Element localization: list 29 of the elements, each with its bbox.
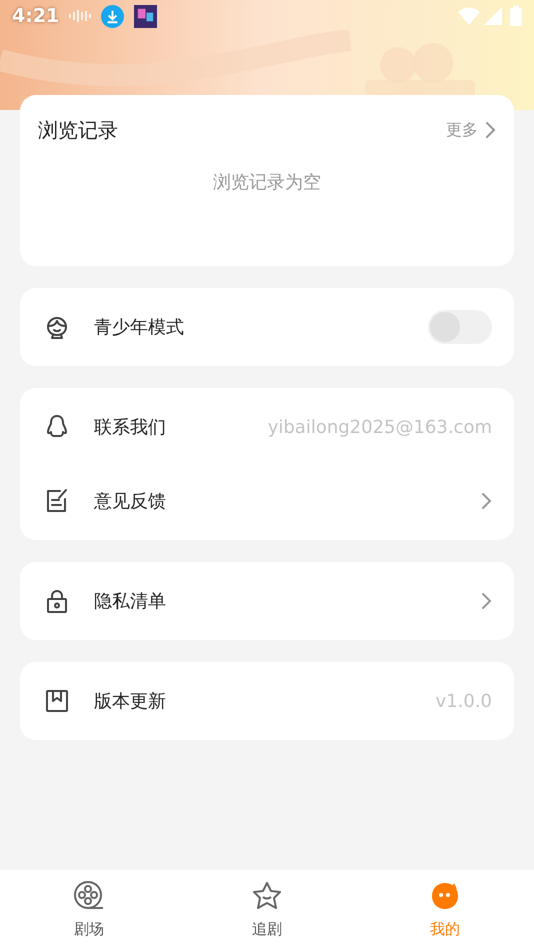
row-label[interactable]: 意见反馈 bbox=[94, 488, 480, 514]
battery-icon bbox=[510, 6, 522, 26]
download-icon bbox=[101, 4, 124, 28]
status-time: 4:21 bbox=[12, 4, 60, 29]
lock-icon bbox=[44, 588, 70, 614]
audio-wave-icon bbox=[69, 9, 92, 23]
row-label[interactable]: 版本更新 bbox=[94, 688, 436, 714]
row-label[interactable]: 隐私清单 bbox=[94, 588, 480, 614]
row-label[interactable]: 青少年模式 bbox=[94, 314, 428, 340]
row-label[interactable]: 联系我们 bbox=[94, 414, 268, 440]
star-icon bbox=[251, 880, 283, 912]
toggle-switch[interactable] bbox=[428, 310, 492, 344]
wifi-icon bbox=[458, 7, 480, 25]
film-reel-icon bbox=[73, 880, 105, 912]
chevron-right-icon bbox=[480, 492, 492, 510]
chevron-right-icon bbox=[480, 592, 492, 610]
empty-history-text: 浏览记录为空 bbox=[212, 171, 322, 195]
bookmark-box-icon bbox=[44, 688, 70, 714]
history-title: 浏览记录 bbox=[38, 117, 119, 144]
app-thumbnail-icon bbox=[134, 4, 158, 28]
row-value: yibailong2025@163.com bbox=[268, 416, 492, 440]
chevron-right-icon bbox=[484, 121, 496, 139]
tab[interactable]: 剧场 bbox=[0, 870, 178, 950]
tab[interactable]: 追剧 bbox=[178, 870, 356, 950]
edit-note-icon bbox=[44, 488, 70, 514]
signal-icon bbox=[484, 7, 502, 25]
row-value: v1.0.0 bbox=[436, 690, 492, 714]
penguin-icon bbox=[44, 414, 70, 440]
child-face-icon bbox=[44, 314, 70, 340]
